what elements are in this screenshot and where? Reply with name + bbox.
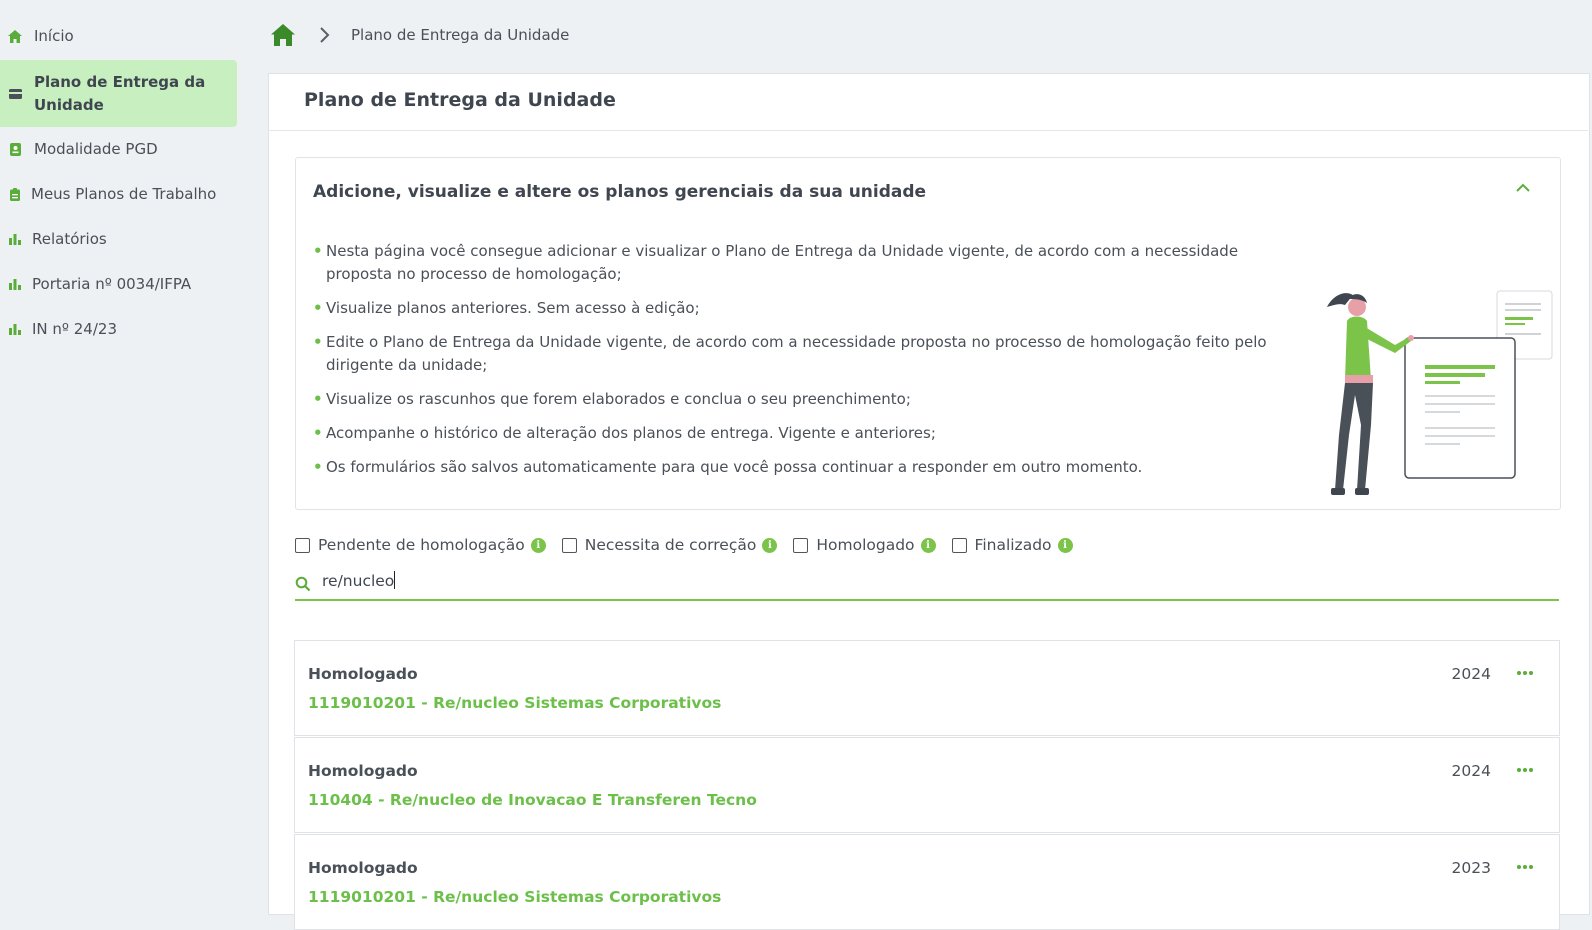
checkbox[interactable]	[295, 537, 310, 553]
info-icon[interactable]: i	[920, 537, 936, 553]
sidebar-item-label: Portaria nº 0034/IFPA	[32, 275, 192, 293]
info-icon[interactable]: i	[1057, 537, 1073, 553]
sidebar-item-inicio[interactable]: Início	[0, 22, 237, 50]
sidebar-item-modalidade-pgd[interactable]: Modalidade PGD	[0, 135, 237, 163]
info-panel-title: Adicione, visualize e altere os planos g…	[313, 182, 927, 202]
sidebar-item-label: IN nº 24/23	[32, 320, 117, 338]
year-label: 2023	[1451, 859, 1491, 877]
filter-homologado[interactable]: Homologado i	[793, 536, 936, 554]
filter-label: Homologado	[816, 536, 915, 554]
bar-chart-icon	[8, 322, 22, 336]
filter-label: Finalizado	[974, 536, 1052, 554]
breadcrumb-current: Plano de Entrega da Unidade	[351, 26, 570, 44]
chevron-right-icon	[318, 27, 330, 43]
search-value: re/nucleo	[322, 571, 396, 590]
divider	[268, 130, 1588, 131]
year-label: 2024	[1451, 665, 1491, 683]
status-label: Homologado	[308, 859, 418, 877]
status-filters: Pendente de homologação i Necessita de c…	[295, 536, 1089, 554]
sidebar-item-meus-planos[interactable]: Meus Planos de Trabalho	[0, 180, 237, 208]
bar-chart-icon	[8, 277, 22, 291]
unit-link[interactable]: 110404 - Re/nucleo de Inovacao E Transfe…	[308, 791, 757, 809]
unit-link[interactable]: 1119010201 - Re/nucleo Sistemas Corporat…	[308, 694, 721, 712]
status-label: Homologado	[308, 665, 418, 683]
sidebar-item-in-24-23[interactable]: IN nº 24/23	[0, 315, 237, 343]
list-item: Homologado 1119010201 - Re/nucleo Sistem…	[294, 834, 1560, 930]
card-icon	[8, 87, 22, 101]
info-bullet: • Os formulários são salvos automaticamen…	[313, 458, 1143, 476]
list-item: Homologado 110404 - Re/nucleo de Inovaca…	[294, 737, 1560, 833]
home-icon	[8, 29, 22, 43]
clipboard-icon	[8, 187, 22, 201]
more-options-icon[interactable]	[1515, 760, 1535, 780]
sidebar: Início Plano de Entrega da Unidade Modal…	[0, 0, 237, 898]
badge-icon	[8, 142, 22, 156]
filter-necessita-correcao[interactable]: Necessita de correção i	[561, 536, 778, 554]
checkbox[interactable]	[793, 537, 809, 553]
page-title: Plano de Entrega da Unidade	[304, 89, 616, 111]
sidebar-item-label: Início	[34, 27, 74, 45]
checkbox[interactable]	[951, 537, 967, 553]
info-bullet: • Acompanhe o histórico de alteração dos …	[313, 424, 936, 442]
status-label: Homologado	[308, 762, 418, 780]
list-item: Homologado 1119010201 - Re/nucleo Sistem…	[294, 640, 1560, 736]
search-input[interactable]: re/nucleo	[295, 567, 1559, 601]
filter-finalizado[interactable]: Finalizado i	[951, 536, 1073, 554]
sidebar-item-label: Relatórios	[32, 230, 107, 248]
filter-label: Necessita de correção	[584, 536, 757, 554]
filter-label: Pendente de homologação	[318, 536, 525, 554]
woman-with-document-illustration	[1325, 285, 1555, 510]
unit-link[interactable]: 1119010201 - Re/nucleo Sistemas Corporat…	[308, 888, 721, 906]
info-bullet-list: • Nesta página você consegue adicionar e …	[313, 240, 1303, 490]
more-options-icon[interactable]	[1515, 663, 1535, 683]
sidebar-item-relatorios[interactable]: Relatórios	[0, 225, 237, 253]
search-icon	[295, 576, 311, 592]
sidebar-item-label: Meus Planos de Trabalho	[31, 185, 217, 203]
sidebar-item-plano-entrega[interactable]: Plano de Entrega da Unidade	[0, 60, 237, 127]
info-bullet: • Edite o Plano de Entrega da Unidade vig…	[313, 333, 1267, 374]
breadcrumb-home-icon[interactable]	[271, 24, 295, 46]
sidebar-item-label: Plano de Entrega da Unidade	[34, 72, 206, 114]
info-icon[interactable]: i	[530, 537, 546, 553]
year-label: 2024	[1451, 762, 1491, 780]
info-bullet: • Visualize os rascunhos que forem elabor…	[313, 390, 911, 408]
info-bullet: • Visualize planos anteriores. Sem acesso…	[313, 299, 700, 317]
info-bullet: • Nesta página você consegue adicionar e …	[313, 242, 1239, 283]
sidebar-item-label: Modalidade PGD	[34, 140, 158, 158]
checkbox[interactable]	[561, 537, 577, 553]
sidebar-item-portaria[interactable]: Portaria nº 0034/IFPA	[0, 270, 237, 298]
more-options-icon[interactable]	[1515, 857, 1535, 877]
filter-pendente-homologacao[interactable]: Pendente de homologação i	[295, 536, 546, 554]
chevron-up-icon[interactable]	[1513, 180, 1533, 196]
info-icon[interactable]: i	[762, 537, 778, 553]
bar-chart-icon	[8, 232, 22, 246]
